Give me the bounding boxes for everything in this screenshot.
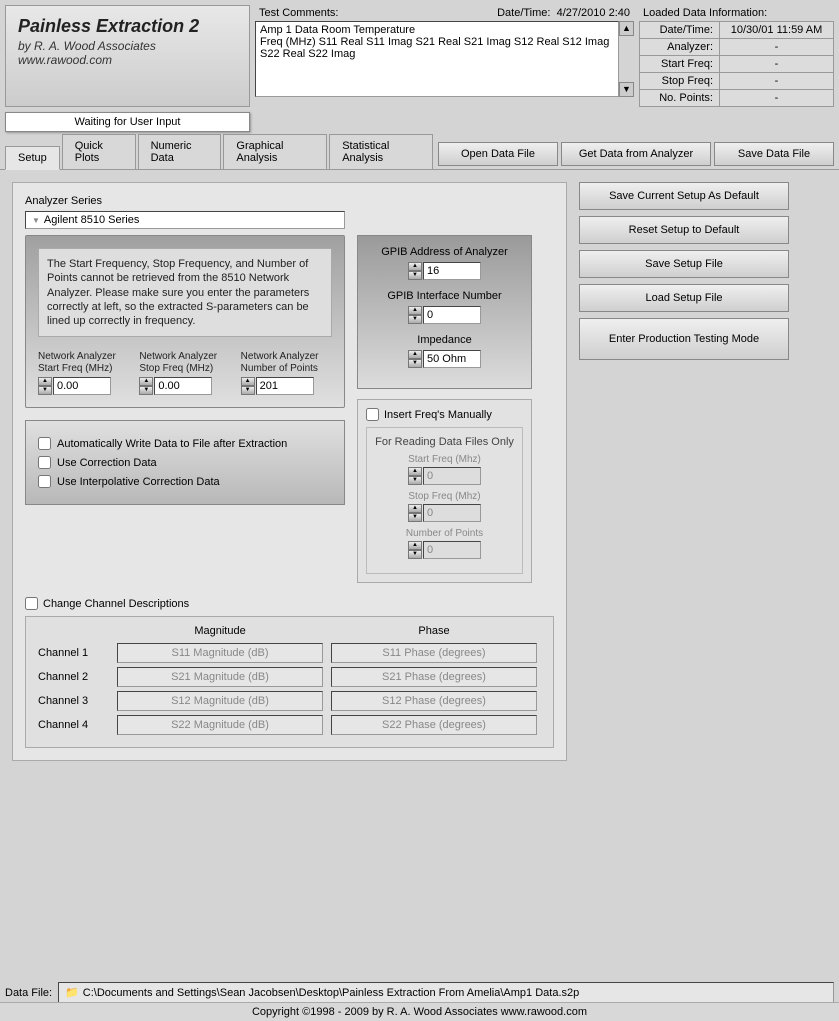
title-box: Painless Extraction 2 by R. A. Wood Asso… <box>5 5 250 107</box>
gpib-address-label: GPIB Address of Analyzer <box>368 246 521 258</box>
na-stop-freq-input[interactable] <box>154 377 212 395</box>
use-correction-checkbox[interactable] <box>38 456 51 469</box>
reset-setup-default-button[interactable]: Reset Setup to Default <box>579 216 789 244</box>
channel-2-phase-input[interactable] <box>331 667 537 687</box>
impedance-input[interactable] <box>423 350 481 368</box>
gpib-address-spinner[interactable]: ▲▼ <box>408 262 422 280</box>
insert-freq-manually-checkbox[interactable] <box>366 408 379 421</box>
na-start-freq-spinner[interactable]: ▲▼ <box>38 377 52 395</box>
channel-row-4: Channel 4 <box>38 715 541 735</box>
tab-setup[interactable]: Setup <box>5 146 60 170</box>
comments-textarea[interactable] <box>255 21 619 97</box>
tab-statistical-analysis[interactable]: Statistical Analysis <box>329 134 433 169</box>
analyzer-note: The Start Frequency, Stop Frequency, and… <box>38 248 332 337</box>
save-data-file-button[interactable]: Save Data File <box>714 142 834 166</box>
load-setup-file-button[interactable]: Load Setup File <box>579 284 789 312</box>
copyright-text: Copyright ©1998 - 2009 by R. A. Wood Ass… <box>0 1002 839 1021</box>
use-interp-correction-checkbox[interactable] <box>38 475 51 488</box>
channel-4-phase-input[interactable] <box>331 715 537 735</box>
na-points-spinner[interactable]: ▲▼ <box>241 377 255 395</box>
scroll-up-icon[interactable]: ▲ <box>619 21 634 36</box>
impedance-label: Impedance <box>368 334 521 346</box>
channel-row-2: Channel 2 <box>38 667 541 687</box>
channel-row-1: Channel 1 <box>38 643 541 663</box>
channel-1-mag-input[interactable] <box>117 643 323 663</box>
app-title: Painless Extraction 2 <box>18 16 237 37</box>
gpib-interface-label: GPIB Interface Number <box>368 290 521 302</box>
tab-numeric-data[interactable]: Numeric Data <box>138 134 222 169</box>
use-interp-correction-label: Use Interpolative Correction Data <box>57 476 220 488</box>
gpib-interface-input[interactable] <box>423 306 481 324</box>
gpib-address-input[interactable] <box>423 262 481 280</box>
tab-graphical-analysis[interactable]: Graphical Analysis <box>223 134 327 169</box>
chevron-down-icon: ▼ <box>32 216 40 225</box>
save-setup-default-button[interactable]: Save Current Setup As Default <box>579 182 789 210</box>
auto-write-checkbox[interactable] <box>38 437 51 450</box>
read-points-input <box>423 541 481 559</box>
insert-freq-manually-label: Insert Freq's Manually <box>384 409 492 421</box>
save-setup-file-button[interactable]: Save Setup File <box>579 250 789 278</box>
read-points-spinner: ▲▼ <box>408 541 422 559</box>
channel-2-mag-input[interactable] <box>117 667 323 687</box>
na-points-input[interactable] <box>256 377 314 395</box>
read-stop-freq-label: Stop Freq (Mhz) <box>375 491 514 502</box>
na-stop-freq-spinner[interactable]: ▲▼ <box>139 377 153 395</box>
loaded-info-title: Loaded Data Information: <box>639 5 834 21</box>
app-subtitle: by R. A. Wood Associates <box>18 39 237 53</box>
analyzer-series-dropdown[interactable]: ▼ Agilent 8510 Series <box>25 211 345 229</box>
gpib-interface-spinner[interactable]: ▲▼ <box>408 306 422 324</box>
channel-magnitude-header: Magnitude <box>113 625 327 637</box>
loaded-info-table: Date/Time:10/30/01 11:59 AM Analyzer:- S… <box>639 21 834 107</box>
enter-production-mode-button[interactable]: Enter Production Testing Mode <box>579 318 789 360</box>
folder-icon: 📁 <box>65 986 79 999</box>
read-stop-freq-spinner: ▲▼ <box>408 504 422 522</box>
reading-files-title: For Reading Data Files Only <box>375 436 514 448</box>
analyzer-series-label: Analyzer Series <box>25 195 554 207</box>
data-file-label: Data File: <box>5 987 52 999</box>
channel-1-phase-input[interactable] <box>331 643 537 663</box>
read-start-freq-input <box>423 467 481 485</box>
scroll-down-icon[interactable]: ▼ <box>619 82 634 97</box>
channel-4-mag-input[interactable] <box>117 715 323 735</box>
na-start-freq-label: Network Analyzer Start Freq (MHz) <box>38 351 129 375</box>
read-start-freq-label: Start Freq (Mhz) <box>375 454 514 465</box>
use-correction-label: Use Correction Data <box>57 457 157 469</box>
read-points-label: Number of Points <box>375 528 514 539</box>
channel-3-phase-input[interactable] <box>331 691 537 711</box>
impedance-spinner[interactable]: ▲▼ <box>408 350 422 368</box>
status-box: Waiting for User Input <box>5 112 250 132</box>
open-data-file-button[interactable]: Open Data File <box>438 142 558 166</box>
read-stop-freq-input <box>423 504 481 522</box>
channel-phase-header: Phase <box>327 625 541 637</box>
auto-write-label: Automatically Write Data to File after E… <box>57 438 287 450</box>
change-channel-desc-checkbox[interactable] <box>25 597 38 610</box>
tab-quick-plots[interactable]: Quick Plots <box>62 134 136 169</box>
app-url: www.rawood.com <box>18 53 237 67</box>
channel-row-3: Channel 3 <box>38 691 541 711</box>
datetime-display: Date/Time: 4/27/2010 2:40 <box>497 7 630 19</box>
comments-label: Test Comments: <box>259 7 338 19</box>
data-file-path-display[interactable]: 📁 C:\Documents and Settings\Sean Jacobse… <box>58 982 834 1003</box>
na-stop-freq-label: Network Analyzer Stop Freq (MHz) <box>139 351 230 375</box>
read-start-freq-spinner: ▲▼ <box>408 467 422 485</box>
channel-3-mag-input[interactable] <box>117 691 323 711</box>
na-start-freq-input[interactable] <box>53 377 111 395</box>
na-points-label: Network Analyzer Number of Points <box>241 351 332 375</box>
change-channel-desc-label: Change Channel Descriptions <box>43 598 189 610</box>
get-data-from-analyzer-button[interactable]: Get Data from Analyzer <box>561 142 711 166</box>
